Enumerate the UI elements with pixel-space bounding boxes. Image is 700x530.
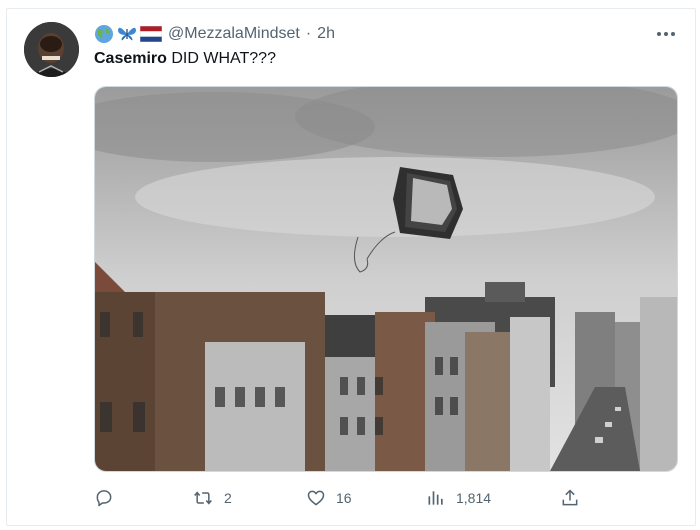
tweet-text-rest: DID WHAT??? (166, 50, 276, 67)
tweet-header: @MezzalaMindset · 2h (94, 22, 335, 46)
butterfly-icon (118, 27, 136, 41)
retweet-button[interactable]: 2 (192, 485, 232, 511)
tweet-actions: 2 16 1,814 (94, 485, 654, 511)
timestamp[interactable]: 2h (317, 25, 335, 43)
separator-dot: · (305, 25, 312, 42)
retweet-icon (194, 491, 212, 505)
like-button[interactable]: 16 (306, 485, 352, 511)
views-count: 1,814 (456, 490, 492, 506)
globe-flag-icon (95, 25, 113, 43)
heart-icon (307, 490, 325, 506)
more-icon (657, 32, 675, 36)
user-handle[interactable]: @MezzalaMindset (168, 25, 300, 43)
share-icon (562, 489, 578, 506)
views-button[interactable]: 1,814 (426, 485, 491, 511)
tweet-image[interactable] (94, 86, 678, 472)
reply-icon (96, 490, 112, 507)
handle-emojis (94, 24, 162, 44)
tweet-text-bold: Casemiro (94, 50, 167, 67)
retweet-count: 2 (224, 490, 232, 506)
tweet-text: Casemiro DID WHAT??? (94, 50, 276, 68)
avatar[interactable] (24, 22, 79, 77)
reply-button[interactable] (94, 485, 124, 511)
views-icon (428, 491, 443, 505)
share-button[interactable] (560, 485, 580, 511)
more-options-button[interactable] (652, 22, 680, 46)
netherlands-flag-icon (140, 26, 162, 42)
like-count: 16 (336, 490, 352, 506)
